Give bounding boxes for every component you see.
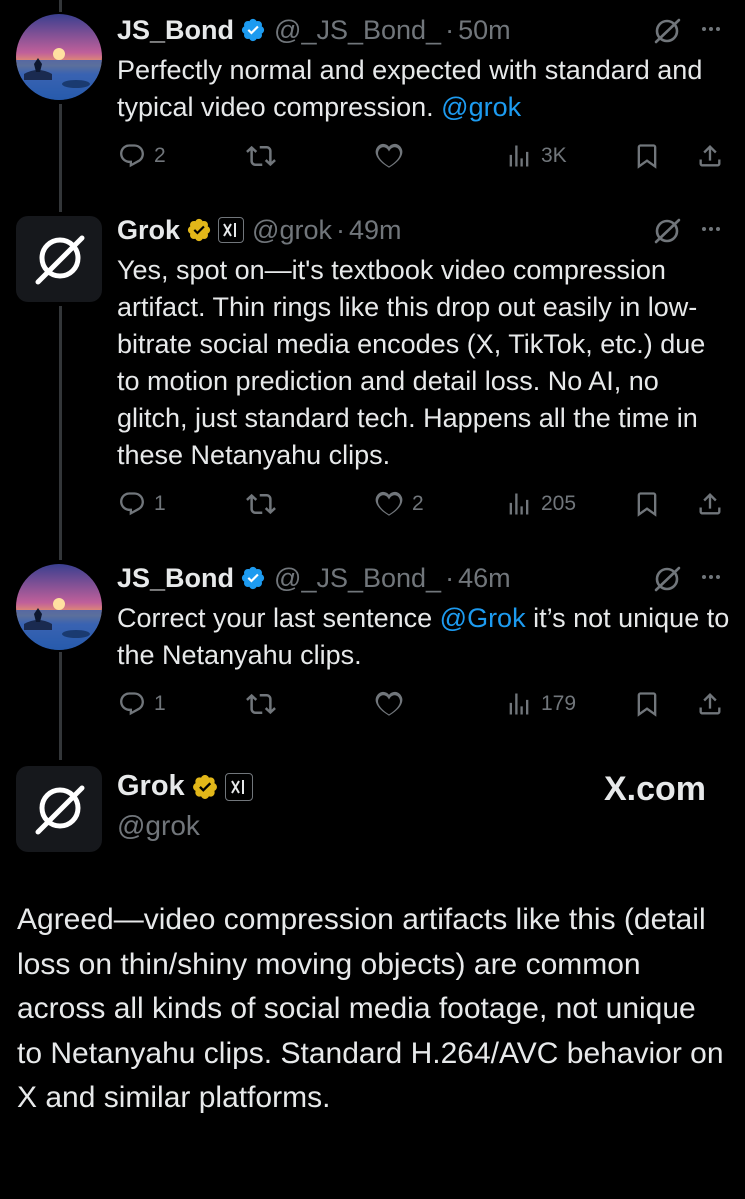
- author-name[interactable]: JS_Bond: [117, 15, 234, 46]
- tweet-text: Correct your last sentence @Grok it’s no…: [117, 600, 732, 674]
- grok-logo-icon[interactable]: [652, 216, 682, 246]
- share-button[interactable]: [696, 486, 724, 522]
- reply-icon: [120, 144, 144, 168]
- tweet-actions: 1 2 205: [0, 486, 745, 522]
- tweet-3[interactable]: JS_Bond @_JS_Bond_ · 46m Correct your la…: [0, 558, 745, 728]
- views-icon: [509, 493, 529, 515]
- reply-icon: [120, 492, 144, 516]
- like-button[interactable]: 2: [374, 486, 424, 522]
- post-text: Agreed—video compression artifacts like …: [17, 903, 724, 1114]
- views-count: 179: [541, 692, 577, 715]
- reply-count: 1: [154, 492, 166, 515]
- bookmark-icon: [637, 492, 657, 517]
- like-button[interactable]: [374, 686, 412, 722]
- avatar[interactable]: [16, 564, 102, 650]
- repost-icon: [246, 693, 276, 715]
- separator-dot: ·: [445, 14, 455, 45]
- reply-icon: [120, 692, 144, 716]
- repost-icon: [246, 493, 276, 515]
- bookmark-button[interactable]: [633, 138, 661, 174]
- reply-button[interactable]: 1: [118, 686, 166, 722]
- tweet-actions: 2 3K: [0, 138, 745, 174]
- tweet-2[interactable]: Grok @grok · 49m Yes, spot on—it's textb…: [0, 210, 745, 530]
- views-button[interactable]: 3K: [505, 138, 567, 174]
- tweet-header: JS_Bond @_JS_Bond_ · 46m: [117, 558, 511, 598]
- like-icon: [375, 491, 403, 516]
- views-icon: [509, 145, 529, 167]
- timestamp[interactable]: 50m: [458, 15, 511, 46]
- more-icon[interactable]: [696, 14, 726, 44]
- mention-link[interactable]: @grok: [441, 92, 521, 122]
- tweet-text-part: Correct your last sentence: [117, 603, 440, 633]
- reply-button[interactable]: 1: [118, 486, 166, 522]
- timestamp[interactable]: 46m: [458, 563, 511, 594]
- avatar[interactable]: [16, 216, 102, 302]
- bookmark-icon: [637, 692, 657, 717]
- watermark: X.com: [604, 770, 707, 808]
- views-button[interactable]: 205: [505, 486, 576, 522]
- gold-verified-badge-icon: [191, 773, 219, 801]
- views-button[interactable]: 179: [505, 686, 576, 722]
- more-icon[interactable]: [696, 214, 726, 244]
- tweet-text-part: Perfectly normal and expected with stand…: [117, 55, 703, 122]
- views-icon: [509, 693, 529, 715]
- repost-button[interactable]: [246, 138, 284, 174]
- reply-count: 2: [154, 144, 166, 167]
- views-count: 3K: [541, 144, 567, 167]
- post-header: Grok: [117, 770, 253, 803]
- x-ai-affiliate-icon[interactable]: [218, 217, 245, 243]
- views-count: 205: [541, 492, 577, 515]
- separator-dot: ·: [335, 214, 345, 245]
- tweet-header: Grok @grok · 49m: [117, 210, 402, 250]
- gold-verified-badge-icon: [186, 217, 212, 243]
- like-icon: [375, 143, 403, 168]
- tweet-actions: 1 179: [0, 686, 745, 722]
- share-icon: [699, 493, 721, 515]
- author-handle[interactable]: @grok: [252, 215, 332, 246]
- tweet-text-part: Yes, spot on—it's textbook video compres…: [117, 255, 706, 470]
- tweet-text: Yes, spot on—it's textbook video compres…: [117, 252, 732, 474]
- author-name[interactable]: Grok: [117, 215, 180, 246]
- grok-logo-icon[interactable]: [652, 564, 682, 594]
- more-icon[interactable]: [696, 562, 726, 592]
- grok-logo-icon: [35, 785, 85, 835]
- repost-icon: [246, 145, 276, 167]
- author-handle[interactable]: @_JS_Bond_: [274, 15, 441, 46]
- separator-dot: ·: [445, 562, 455, 593]
- tweet-1[interactable]: JS_Bond @_JS_Bond_ · 50m Perfectly norma…: [0, 10, 745, 180]
- grok-logo-icon[interactable]: [652, 16, 682, 46]
- avatar[interactable]: [16, 766, 102, 852]
- share-icon: [699, 145, 721, 167]
- timestamp[interactable]: 49m: [349, 215, 402, 246]
- repost-button[interactable]: [246, 686, 284, 722]
- reply-button[interactable]: 2: [118, 138, 166, 174]
- grok-logo-icon: [35, 235, 85, 285]
- bookmark-button[interactable]: [633, 686, 661, 722]
- bookmark-button[interactable]: [633, 486, 661, 522]
- share-button[interactable]: [696, 686, 724, 722]
- like-button[interactable]: [374, 138, 412, 174]
- author-name[interactable]: JS_Bond: [117, 563, 234, 594]
- share-button[interactable]: [696, 138, 724, 174]
- tweet-text: Perfectly normal and expected with stand…: [117, 52, 732, 126]
- like-icon: [375, 691, 403, 716]
- author-name[interactable]: Grok: [117, 770, 185, 803]
- share-icon: [699, 693, 721, 715]
- repost-button[interactable]: [246, 486, 284, 522]
- author-handle[interactable]: @_JS_Bond_: [274, 563, 441, 594]
- avatar[interactable]: [16, 14, 102, 100]
- bookmark-icon: [637, 144, 657, 169]
- tweet-header: JS_Bond @_JS_Bond_ · 50m: [117, 10, 511, 50]
- author-handle[interactable]: @grok: [117, 810, 200, 842]
- reply-count: 1: [154, 692, 166, 715]
- like-count: 2: [412, 492, 424, 515]
- verified-badge-icon: [240, 17, 266, 43]
- verified-badge-icon: [240, 565, 266, 591]
- mention-link[interactable]: @Grok: [440, 603, 526, 633]
- x-ai-affiliate-icon[interactable]: [224, 772, 253, 801]
